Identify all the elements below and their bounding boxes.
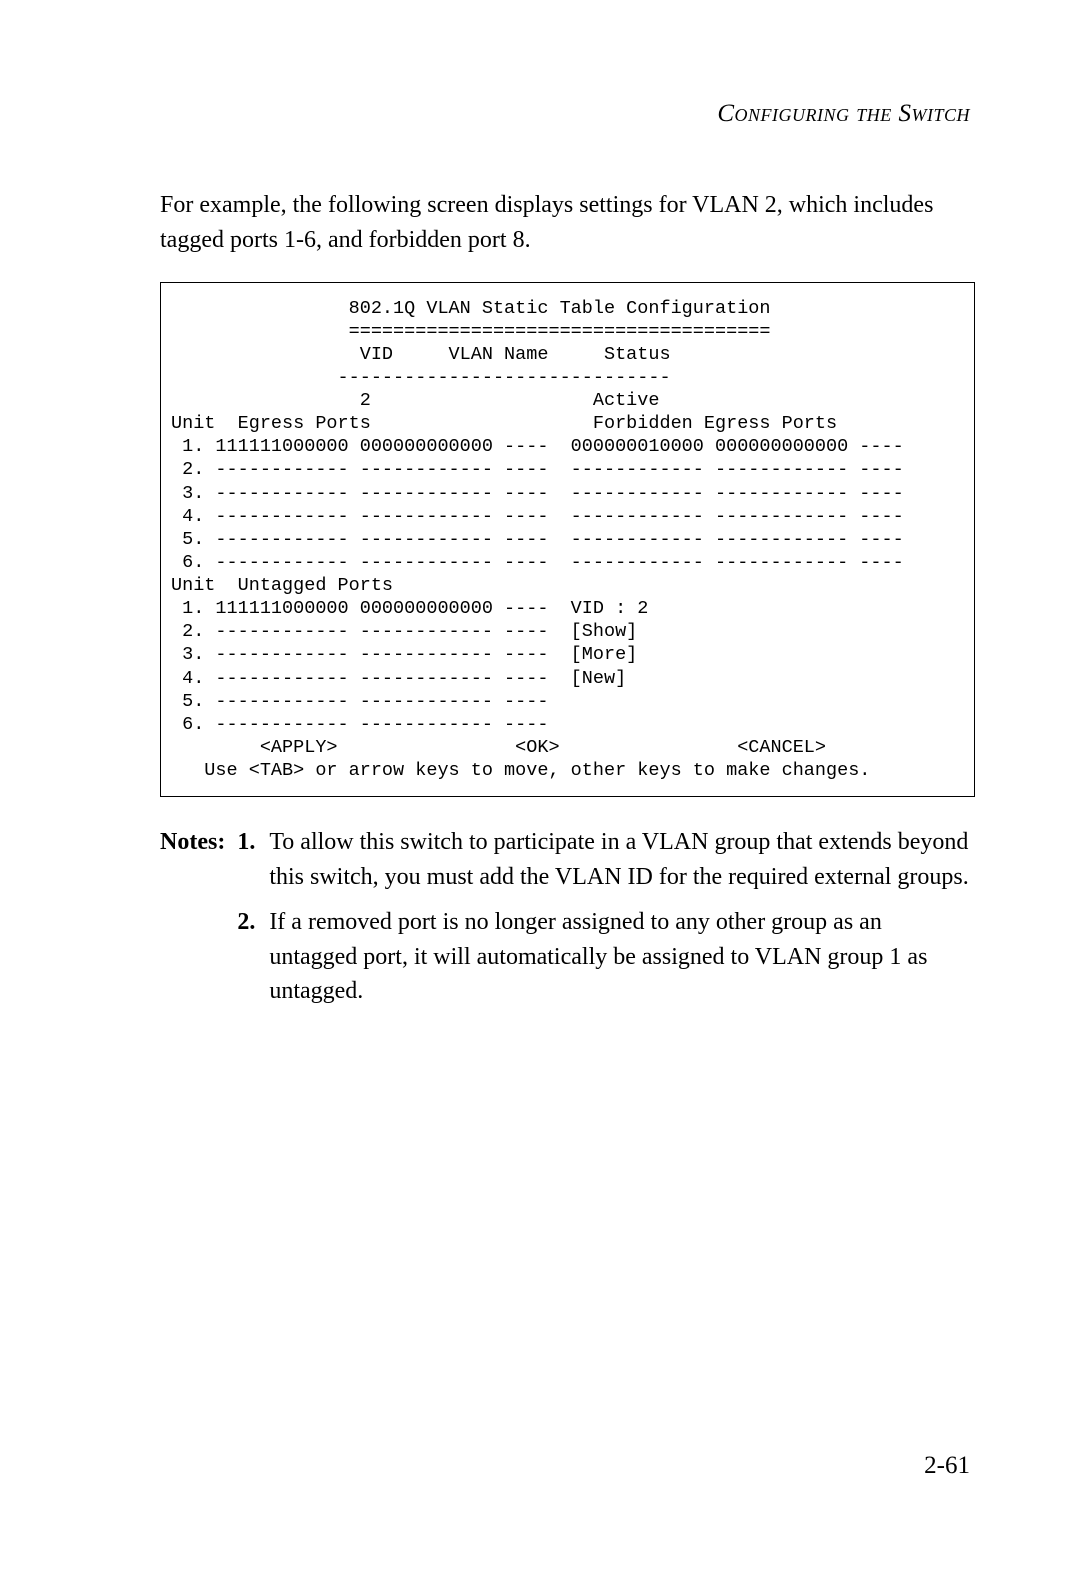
note-item: 1.To allow this switch to participate in…	[237, 825, 975, 895]
intro-paragraph: For example, the following screen displa…	[160, 188, 975, 258]
page-header: Configuring the Switch	[160, 100, 975, 128]
note-item: 2.If a removed port is no longer assigne…	[237, 905, 975, 1009]
notes-label: Notes:	[160, 825, 225, 860]
notes-list: 1.To allow this switch to participate in…	[237, 825, 975, 1019]
note-number: 2.	[237, 905, 255, 1009]
page-number: 2-61	[924, 1452, 970, 1480]
note-text: If a removed port is no longer assigned …	[269, 905, 975, 1009]
notes-section: Notes: 1.To allow this switch to partici…	[160, 825, 975, 1019]
note-number: 1.	[237, 825, 255, 895]
note-text: To allow this switch to participate in a…	[269, 825, 975, 895]
terminal-screen: 802.1Q VLAN Static Table Configuration =…	[160, 282, 975, 798]
